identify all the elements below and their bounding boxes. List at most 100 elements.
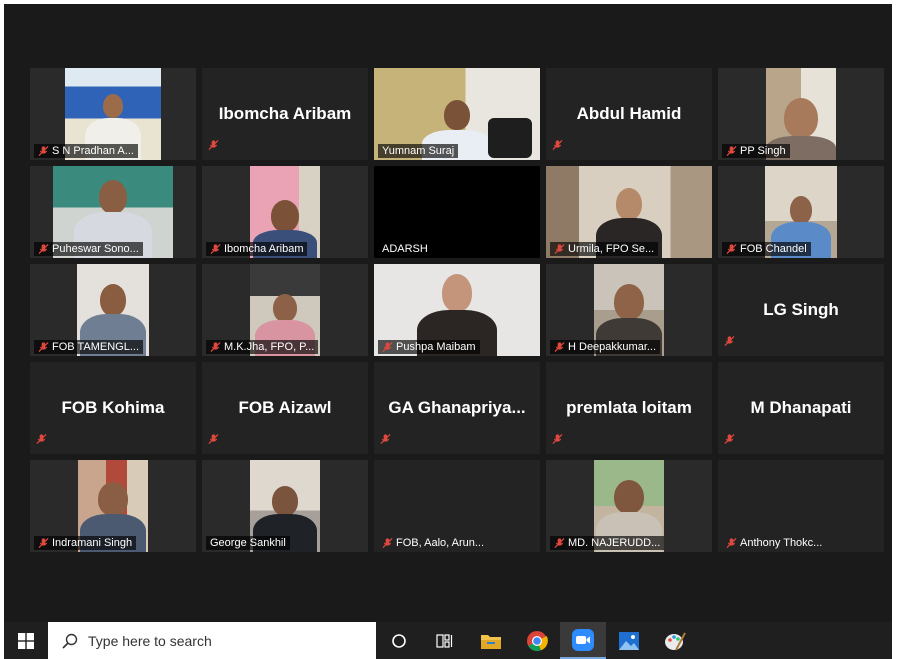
zoom-icon xyxy=(572,628,594,651)
participant-name-label: FOB, Aalo, Arun... xyxy=(378,536,488,550)
participant-name-label: George Sankhil xyxy=(206,536,290,550)
participant-display-name: Ibomcha Aribam xyxy=(218,104,352,123)
participant-tile[interactable]: S N Pradhan A... xyxy=(30,68,196,160)
active-speaker-tile[interactable]: Yumnam Suraj xyxy=(374,68,540,160)
participant-tile[interactable]: Puheswar Sono... xyxy=(30,166,196,258)
muted-mic-icon xyxy=(554,537,565,549)
participant-tile[interactable]: premlata loitam xyxy=(546,362,712,454)
muted-mic-icon xyxy=(724,335,735,347)
muted-mic-icon xyxy=(38,537,49,549)
participant-name-label: Yumnam Suraj xyxy=(378,144,459,158)
participant-tile[interactable]: FOB Chandel xyxy=(718,166,884,258)
participant-name: Puheswar Sono... xyxy=(52,243,139,255)
participant-tile[interactable]: ADARSH xyxy=(374,166,540,258)
participant-name-label: FOB TAMENGL... xyxy=(34,340,143,354)
start-button[interactable] xyxy=(4,622,48,659)
participant-name-label: H Deepakkumar... xyxy=(550,340,661,354)
muted-mic-icon xyxy=(38,341,49,353)
participant-tile[interactable]: Anthony Thokc... xyxy=(718,460,884,552)
participant-display-name: GA Ghanapriya... xyxy=(388,398,526,417)
participant-tile[interactable]: Urmila, FPO Se... xyxy=(546,166,712,258)
participant-name: Indramani Singh xyxy=(52,537,133,549)
participant-name: MD. NAJERUDD... xyxy=(568,537,661,549)
muted-mic-icon xyxy=(554,243,565,255)
photos-button[interactable] xyxy=(606,622,652,659)
participant-tile[interactable]: H Deepakkumar... xyxy=(546,264,712,356)
cortana-button[interactable] xyxy=(376,622,422,659)
participant-name-label: ADARSH xyxy=(378,242,432,256)
photos-icon xyxy=(619,631,639,650)
participant-name-label: Puheswar Sono... xyxy=(34,242,143,256)
participant-name: H Deepakkumar... xyxy=(568,341,657,353)
muted-mic-icon xyxy=(726,243,737,255)
participant-name-label: MD. NAJERUDD... xyxy=(550,536,665,550)
muted-mic-icon xyxy=(552,139,563,151)
muted-mic-icon xyxy=(380,433,391,445)
task-view-button[interactable] xyxy=(422,622,468,659)
participant-tile[interactable]: FOB TAMENGL... xyxy=(30,264,196,356)
participant-name: M.K.Jha, FPO, P... xyxy=(224,341,315,353)
muted-mic-icon xyxy=(382,537,393,549)
participant-name-label: M.K.Jha, FPO, P... xyxy=(206,340,319,354)
participant-name-label: PP Singh xyxy=(722,144,790,158)
taskbar-search-box[interactable]: Type here to search xyxy=(48,622,376,659)
participant-name: PP Singh xyxy=(740,145,786,157)
participant-display-name: LG Singh xyxy=(763,300,839,319)
paint-button[interactable] xyxy=(652,622,698,659)
participant-tile[interactable]: MD. NAJERUDD... xyxy=(546,460,712,552)
participant-display-name: FOB Aizawl xyxy=(238,398,332,417)
paint-icon xyxy=(665,632,686,650)
participant-tile[interactable]: Ibomcha Aribam xyxy=(202,166,368,258)
participant-name: S N Pradhan A... xyxy=(52,145,134,157)
participant-tile[interactable]: Pushpa Maibam xyxy=(374,264,540,356)
muted-mic-icon xyxy=(726,145,737,157)
participant-tile[interactable]: PP Singh xyxy=(718,68,884,160)
participant-tile[interactable]: FOB, Aalo, Arun... xyxy=(374,460,540,552)
muted-mic-icon xyxy=(726,537,737,549)
participant-name: Pushpa Maibam xyxy=(396,341,476,353)
muted-mic-icon xyxy=(552,433,563,445)
muted-mic-icon xyxy=(38,145,49,157)
participant-name: Yumnam Suraj xyxy=(382,145,455,157)
chrome-button[interactable] xyxy=(514,622,560,659)
windows-start-icon xyxy=(18,632,34,649)
task-view-icon xyxy=(436,633,453,648)
participant-name-label: S N Pradhan A... xyxy=(34,144,138,158)
participant-name: Ibomcha Aribam xyxy=(224,243,304,255)
file-explorer-icon xyxy=(481,634,501,649)
muted-mic-icon xyxy=(208,139,219,151)
participant-name: ADARSH xyxy=(382,243,428,255)
file-explorer-button[interactable] xyxy=(468,622,514,659)
participant-name: FOB Chandel xyxy=(740,243,807,255)
muted-mic-icon xyxy=(210,243,221,255)
participant-tile[interactable]: FOB Aizawl xyxy=(202,362,368,454)
muted-mic-icon xyxy=(208,433,219,445)
participant-tile[interactable]: M Dhanapati xyxy=(718,362,884,454)
participant-tile[interactable]: George Sankhil xyxy=(202,460,368,552)
participant-tile[interactable]: GA Ghanapriya... xyxy=(374,362,540,454)
participant-name: FOB, Aalo, Arun... xyxy=(396,537,485,549)
participant-name-label: Pushpa Maibam xyxy=(378,340,480,354)
participant-tile[interactable]: Ibomcha Aribam xyxy=(202,68,368,160)
participant-name-label: Ibomcha Aribam xyxy=(206,242,308,256)
participant-tile[interactable]: Abdul Hamid xyxy=(546,68,712,160)
windows-taskbar: Type here to search xyxy=(4,622,892,659)
participant-name-label: Urmila, FPO Se... xyxy=(550,242,659,256)
cortana-icon xyxy=(392,633,406,648)
participant-display-name: M Dhanapati xyxy=(750,398,852,417)
participant-name: Anthony Thokc... xyxy=(740,537,823,549)
participant-tile[interactable]: M.K.Jha, FPO, P... xyxy=(202,264,368,356)
muted-mic-icon xyxy=(210,341,221,353)
zoom-button[interactable] xyxy=(560,622,606,659)
participant-display-name: premlata loitam xyxy=(566,398,692,417)
search-icon xyxy=(62,633,78,649)
participant-tile[interactable]: LG Singh xyxy=(718,264,884,356)
search-placeholder: Type here to search xyxy=(88,632,212,649)
participant-display-name: Abdul Hamid xyxy=(576,104,682,123)
participant-name-label: Anthony Thokc... xyxy=(722,536,826,550)
participant-tile[interactable]: FOB Kohima xyxy=(30,362,196,454)
participant-tile[interactable]: Indramani Singh xyxy=(30,460,196,552)
muted-mic-icon xyxy=(724,433,735,445)
muted-mic-icon xyxy=(38,243,49,255)
participant-name-label: Indramani Singh xyxy=(34,536,137,550)
